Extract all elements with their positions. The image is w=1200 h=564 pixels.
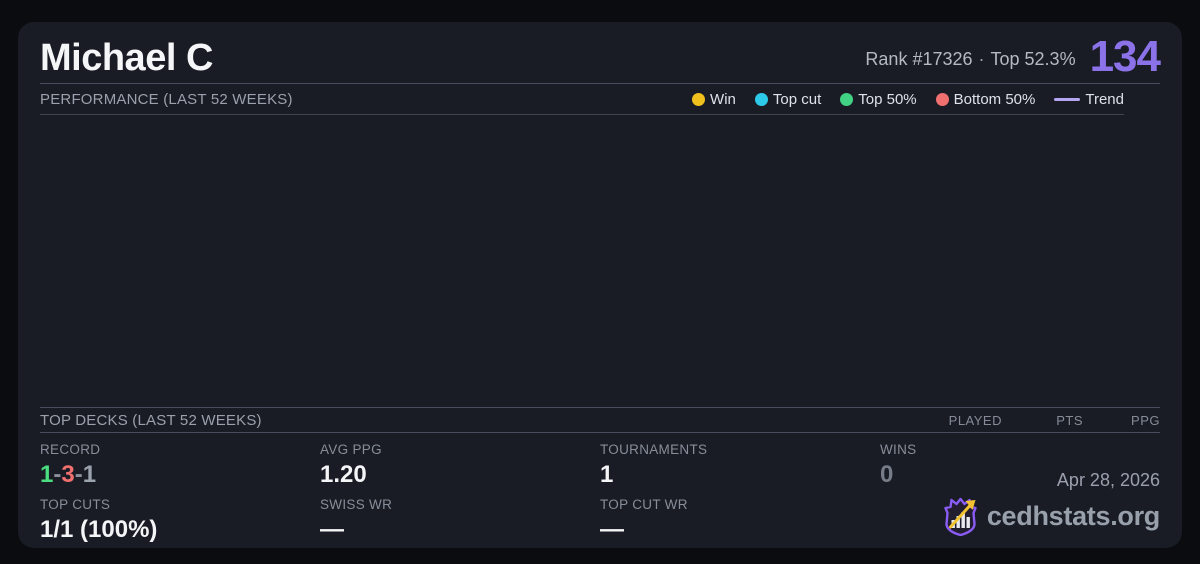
performance-chart	[40, 115, 1160, 407]
legend-item-bottom50: Bottom 50%	[935, 90, 1036, 108]
top50-dot-icon	[840, 92, 854, 106]
topcut-dot-icon	[754, 92, 768, 106]
legend-label: Top 50%	[858, 90, 917, 108]
stat-record: RECORD 1-3-1	[40, 433, 320, 488]
column-pts: PTS	[1056, 412, 1083, 428]
column-ppg: PPG	[1131, 412, 1160, 428]
stat-avg-ppg: AVG PPG 1.20	[320, 433, 600, 488]
stat-value: 1	[600, 461, 614, 488]
legend-label: Bottom 50%	[953, 90, 1036, 108]
report-date: Apr 28, 2026	[1056, 470, 1160, 490]
legend-item-topcut: Top cut	[754, 90, 822, 108]
record-wins: 1	[40, 461, 54, 488]
stat-value: —	[320, 516, 344, 543]
stat-top-cut-wr: TOP CUT WR —	[600, 488, 880, 543]
stat-label: WINS	[880, 442, 917, 457]
legend-label: Top cut	[772, 90, 822, 108]
rank-separator: ·	[978, 49, 985, 69]
trend-line-icon	[1054, 97, 1081, 101]
header-rank-group: Rank #17326 · Top 52.3% 134	[865, 32, 1161, 81]
rank-line: Rank #17326 · Top 52.3%	[865, 49, 1075, 79]
stat-label: TOP CUTS	[40, 497, 111, 512]
brand-row[interactable]: cedhstats.org	[942, 496, 1160, 536]
record-draws: 1	[82, 461, 97, 488]
stats-grid: RECORD 1-3-1 AVG PPG 1.20 TOURNAMENTS 1 …	[40, 433, 1160, 548]
performance-header-row: PERFORMANCE (LAST 52 WEEKS) Win Top cut …	[40, 84, 1124, 115]
stat-swiss-wr: SWISS WR —	[320, 488, 600, 543]
stat-value: 1.20	[320, 461, 367, 488]
rank-label: Rank #17326	[865, 49, 973, 69]
legend-item-top50: Top 50%	[840, 90, 917, 108]
legend-label: Trend	[1085, 90, 1124, 108]
top-decks-title: TOP DECKS (LAST 52 WEEKS)	[40, 411, 262, 429]
stat-label: SWISS WR	[320, 497, 393, 512]
shield-barchart-arrow-icon	[944, 497, 977, 536]
top-decks-header-row: TOP DECKS (LAST 52 WEEKS) PLAYED PTS PPG	[40, 407, 1160, 433]
win-dot-icon	[692, 92, 706, 106]
column-played: PLAYED	[948, 412, 1002, 428]
player-name: Michael C	[40, 37, 213, 79]
stat-label: AVG PPG	[320, 442, 382, 457]
chart-legend: Win Top cut Top 50% Bottom 50% Trend	[692, 91, 1124, 108]
record-dash: -	[74, 461, 83, 488]
record-losses: 3	[61, 461, 75, 488]
stat-label: TOP CUT WR	[600, 497, 688, 512]
player-score: 134	[1089, 32, 1161, 81]
performance-title: PERFORMANCE (LAST 52 WEEKS)	[40, 90, 293, 108]
bottom50-dot-icon	[935, 92, 949, 106]
top-percent: Top 52.3%	[990, 49, 1076, 69]
top-decks-columns: PLAYED PTS PPG	[949, 413, 1160, 428]
record-value: 1-3-1	[40, 461, 320, 488]
player-stats-card: Michael C Rank #17326 · Top 52.3% 134 PERF…	[18, 22, 1182, 548]
legend-label: Win	[710, 90, 736, 108]
brand-name[interactable]: cedhstats.org	[987, 501, 1160, 532]
footer-brand: Apr 28, 2026 cedhstats.org	[942, 470, 1160, 536]
stat-value: 1/1 (100%)	[40, 516, 158, 543]
legend-item-win: Win	[692, 91, 736, 108]
stat-label: TOURNAMENTS	[600, 442, 708, 457]
stat-top-cuts: TOP CUTS 1/1 (100%)	[40, 488, 320, 543]
stat-tournaments: TOURNAMENTS 1	[600, 433, 880, 488]
stat-label: RECORD	[40, 442, 101, 457]
legend-item-trend: Trend	[1054, 91, 1124, 108]
stat-value: —	[600, 516, 624, 543]
card-header: Michael C Rank #17326 · Top 52.3% 134	[40, 22, 1161, 84]
